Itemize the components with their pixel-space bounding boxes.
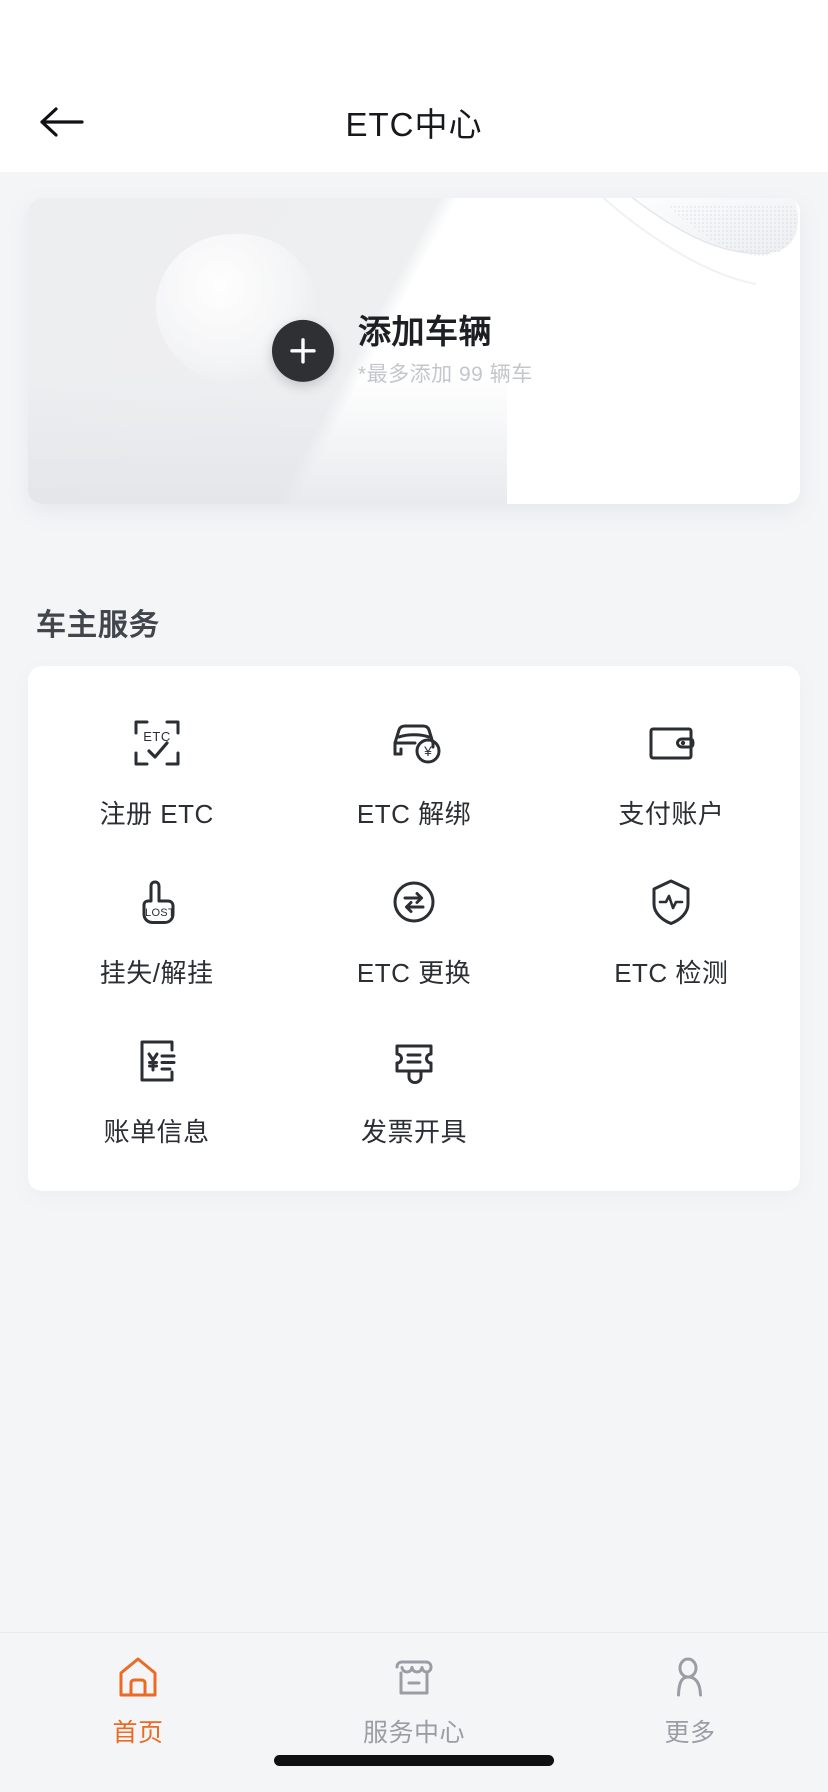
bill-yen-icon	[126, 1030, 188, 1092]
service-item-etc-check[interactable]: ETC 检测	[543, 855, 800, 998]
service-label: ETC 更换	[356, 958, 472, 988]
back-button[interactable]	[26, 87, 96, 157]
car-unbind-icon: ¥	[383, 712, 445, 774]
service-label: ETC 解绑	[356, 799, 472, 829]
service-item-register-etc[interactable]: ETC 注册 ETC	[28, 696, 285, 839]
owner-services-card: ETC 注册 ETC ¥ ETC 解绑 支付账户 LOST 挂失/解挂 ETC …	[28, 666, 800, 1191]
shield-pulse-icon	[640, 871, 702, 933]
service-label: 挂失/解挂	[99, 958, 214, 988]
card-bottom-shade	[28, 375, 507, 504]
app-screen: ETC中心 添加车辆 *最多添加 99 辆车 车主服务 ETC 注册 ETC ¥…	[0, 0, 828, 1792]
invoice-icon	[383, 1030, 445, 1092]
tab-label: 首页	[112, 1719, 164, 1747]
service-label: ETC 检测	[614, 958, 729, 988]
shop-icon	[386, 1649, 442, 1705]
add-vehicle-card[interactable]: 添加车辆 *最多添加 99 辆车	[28, 198, 800, 504]
service-item-invoice[interactable]: 发票开具	[285, 1014, 542, 1157]
add-vehicle-button[interactable]	[272, 319, 334, 382]
tab-label: 更多	[664, 1719, 716, 1747]
tab-service-center[interactable]: 服务中心	[276, 1649, 552, 1749]
owner-services-grid: ETC 注册 ETC ¥ ETC 解绑 支付账户 LOST 挂失/解挂 ETC …	[28, 696, 800, 1157]
tab-home[interactable]: 首页	[0, 1649, 276, 1749]
hand-lost-icon: LOST	[126, 871, 188, 933]
home-indicator	[274, 1755, 554, 1766]
page-title: ETC中心	[345, 106, 483, 143]
add-vehicle-row: 添加车辆 *最多添加 99 辆车	[28, 312, 800, 388]
wallet-icon	[640, 712, 702, 774]
service-label: 注册 ETC	[99, 799, 214, 829]
tab-more[interactable]: 更多	[552, 1649, 828, 1749]
vehicle-card-wrap: 添加车辆 *最多添加 99 辆车	[0, 172, 828, 504]
plus-icon	[290, 338, 316, 364]
svg-text:LOST: LOST	[145, 907, 175, 919]
add-vehicle-text: 添加车辆 *最多添加 99 辆车	[358, 312, 533, 388]
header-inner: ETC中心	[0, 72, 828, 172]
service-item-report-lost[interactable]: LOST 挂失/解挂	[28, 855, 285, 998]
service-item-bill-info[interactable]: 账单信息	[28, 1014, 285, 1157]
page-header: ETC中心	[0, 0, 828, 172]
svg-text:ETC: ETC	[143, 729, 171, 744]
service-item-etc-replace[interactable]: ETC 更换	[285, 855, 542, 998]
add-vehicle-subtitle: *最多添加 99 辆车	[358, 363, 533, 387]
swap-circle-icon	[383, 871, 445, 933]
tab-label: 服务中心	[362, 1719, 465, 1747]
service-item-payment-account[interactable]: 支付账户	[543, 696, 800, 839]
add-vehicle-title: 添加车辆	[358, 312, 492, 350]
service-label: 账单信息	[103, 1117, 210, 1147]
bottom-tabbar: 首页 服务中心 更多	[0, 1632, 828, 1792]
service-label: 发票开具	[360, 1117, 467, 1147]
service-item-etc-unbind[interactable]: ¥ ETC 解绑	[285, 696, 542, 839]
svg-text:¥: ¥	[423, 743, 432, 759]
page-body: 添加车辆 *最多添加 99 辆车 车主服务 ETC 注册 ETC ¥ ETC 解…	[0, 172, 828, 1792]
service-label: 支付账户	[618, 799, 725, 829]
scan-etc-icon: ETC	[126, 712, 188, 774]
person-icon	[662, 1649, 718, 1705]
owner-services-title: 车主服务	[36, 609, 160, 642]
arrow-left-icon	[40, 107, 84, 137]
home-icon	[110, 1649, 166, 1705]
